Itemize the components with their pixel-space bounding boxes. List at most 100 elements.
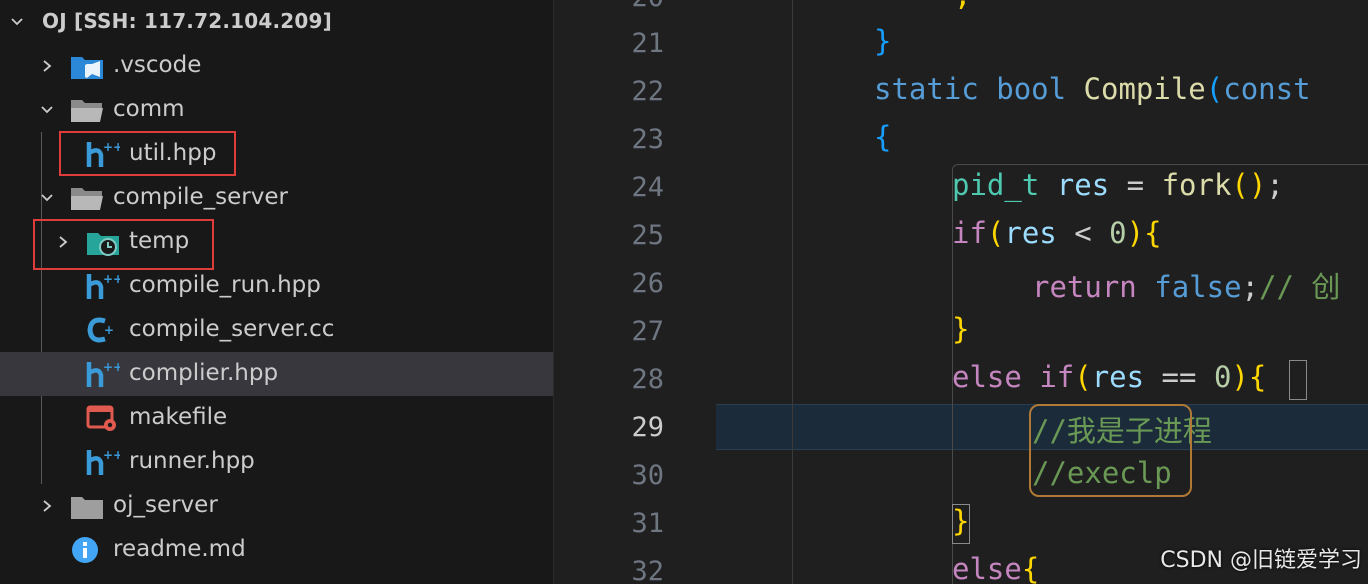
tree-item-compile-server-cc[interactable]: + compile_server.cc — [0, 308, 553, 352]
tree-item-label: complier.hpp — [129, 360, 279, 386]
code-line-21: } — [874, 24, 891, 58]
folder-open-icon — [71, 188, 103, 210]
token: else — [952, 552, 1022, 584]
code-line-32: else{ — [952, 552, 1039, 584]
token: ; — [1241, 270, 1260, 304]
code-editor[interactable]: 20 21 22 23 24 25 26 27 28 29 30 31 32 ;… — [554, 0, 1368, 584]
tree-item-label: compile_server — [113, 184, 288, 210]
svg-text:++: ++ — [103, 448, 120, 462]
token: ) — [1126, 216, 1145, 250]
tree-item-vscode[interactable]: .vscode — [0, 44, 553, 88]
token: < — [1056, 216, 1110, 250]
annotation-box-comments — [1029, 404, 1192, 497]
line-number: 26 — [631, 268, 664, 299]
code-line-27: } — [952, 312, 969, 346]
workspace-root-title[interactable]: OJ [SSH: 117.72.104.209] — [42, 9, 332, 33]
line-number: 21 — [631, 28, 664, 59]
tree-item-compile-server[interactable]: compile_server — [0, 176, 553, 220]
token: static — [874, 72, 979, 106]
tree-item-label: .vscode — [113, 52, 202, 78]
svg-text:++: ++ — [103, 360, 120, 374]
line-number: 28 — [631, 364, 664, 395]
tree-item-oj-server[interactable]: oj_server — [0, 484, 553, 528]
tree-item-label: comm — [113, 96, 185, 122]
hpp-file-icon: ++ — [86, 448, 120, 475]
annotation-box-temp — [33, 219, 214, 270]
tree-item-readme-md[interactable]: readme.md — [0, 528, 553, 572]
chevron-right-icon[interactable] — [40, 499, 54, 513]
tree-item-label: oj_server — [113, 492, 218, 518]
token: } — [952, 312, 970, 346]
token: ) — [1231, 360, 1249, 394]
code-line-22: static bool Compile(const — [874, 72, 1311, 106]
token: ; — [1266, 168, 1284, 202]
tree-item-comm[interactable]: comm — [0, 88, 553, 132]
explorer-panel: OJ [SSH: 117.72.104.209] .vscode comm ++… — [0, 0, 554, 584]
token: if — [952, 216, 987, 250]
token: 0 — [1213, 360, 1232, 394]
token: pid_t — [952, 168, 1040, 202]
code-line-28: else if(res == 0){ — [952, 360, 1266, 394]
folder-closed-icon — [71, 497, 103, 519]
line-number: 20 — [554, 0, 664, 13]
token: 0 — [1109, 216, 1127, 250]
token: res — [1056, 168, 1110, 202]
chevron-down-icon[interactable] — [40, 103, 54, 117]
tree-item-makefile[interactable]: makefile — [0, 396, 553, 440]
token: = — [1109, 168, 1162, 202]
tree-item-label: compile_run.hpp — [129, 272, 321, 298]
line-number: 23 — [631, 124, 664, 155]
token: { — [1021, 552, 1040, 584]
tree-item-label: runner.hpp — [129, 448, 255, 474]
line-number: 24 — [631, 172, 664, 203]
tree-item-label: readme.md — [113, 536, 246, 562]
tree-item-label: makefile — [129, 404, 228, 430]
line-number: 30 — [631, 460, 664, 491]
line-number: 32 — [631, 556, 664, 584]
watermark: CSDN @旧链爱学习 — [1160, 548, 1362, 573]
token: { — [1144, 216, 1162, 250]
bracket-match-highlight — [952, 504, 970, 544]
token: ( — [1205, 72, 1224, 106]
token: if — [1039, 360, 1075, 394]
hpp-file-icon: ++ — [86, 272, 120, 299]
token: const — [1223, 72, 1311, 106]
token: // 创 — [1259, 270, 1341, 304]
token: false — [1154, 270, 1242, 304]
indent-guide — [792, 0, 793, 584]
token: { — [1248, 360, 1267, 394]
token: } — [874, 24, 892, 58]
tree-item-compile-run-hpp[interactable]: ++ compile_run.hpp — [0, 264, 553, 308]
info-icon — [72, 537, 98, 563]
bracket-match-highlight — [1289, 360, 1307, 400]
token: Compile — [1083, 72, 1206, 106]
token: ; — [954, 0, 971, 12]
code-line-24: pid_t res = fork(); — [952, 168, 1284, 202]
cpp-file-icon: + — [87, 317, 114, 343]
token: { — [874, 120, 892, 154]
code-line-25: if(res < 0){ — [952, 216, 1162, 250]
hpp-file-icon: ++ — [86, 360, 120, 387]
token: else — [952, 360, 1022, 394]
chevron-down-icon[interactable] — [10, 15, 24, 29]
code-line-20: ; — [954, 0, 971, 12]
tree-item-complier-hpp[interactable]: ++ complier.hpp — [0, 352, 553, 396]
chevron-right-icon[interactable] — [40, 59, 54, 73]
vscode-folder-icon — [71, 57, 103, 79]
line-number: 31 — [631, 508, 664, 539]
token: res — [1004, 216, 1057, 250]
token: ( — [1074, 360, 1092, 394]
annotation-box-util — [59, 131, 236, 176]
line-number: 27 — [631, 316, 664, 347]
chevron-down-icon[interactable] — [40, 191, 54, 205]
token: == — [1144, 360, 1214, 394]
line-number: 25 — [631, 220, 664, 251]
svg-text:+: + — [104, 323, 114, 337]
token: res — [1091, 360, 1145, 394]
token: bool — [996, 72, 1067, 106]
svg-text:++: ++ — [103, 272, 120, 286]
folder-open-icon — [71, 100, 103, 122]
code-line-26: return false;// 创 — [1032, 264, 1340, 306]
makefile-icon — [86, 405, 116, 431]
tree-item-runner-hpp[interactable]: ++ runner.hpp — [0, 440, 553, 484]
